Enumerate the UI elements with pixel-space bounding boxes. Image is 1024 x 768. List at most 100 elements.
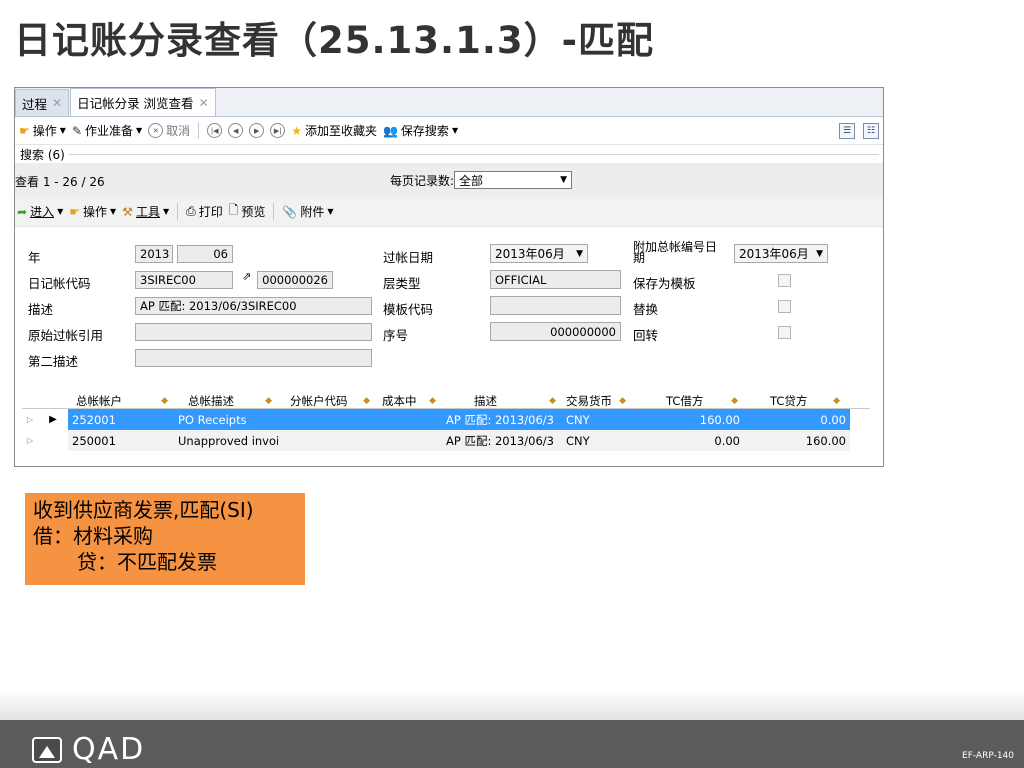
list-view-icon[interactable]: ☰ <box>839 122 855 139</box>
column-header[interactable]: TC借方 ◆ <box>632 393 744 409</box>
search-section[interactable]: 搜索 (6) <box>15 145 883 163</box>
actions-label: 操作 <box>32 124 57 138</box>
tab-journal-browse[interactable]: 日记帐分录 浏览查看 ✕ <box>70 88 216 116</box>
year-field[interactable]: 2013 <box>135 245 173 263</box>
addl-date-value: 2013年06月 <box>739 247 809 261</box>
column-header-label: 总帐帐户 <box>76 394 122 408</box>
sort-icon: ◆ <box>619 396 626 406</box>
reverse-checkbox[interactable] <box>778 326 791 339</box>
actions-menu[interactable]: ☛ 操作 ▼ <box>19 122 66 139</box>
tab-journal-browse-label: 日记帐分录 浏览查看 <box>77 96 194 111</box>
navigation-row: 查看 1 - 26 / 26 每页记录数: 全部 ▼ <box>15 163 883 197</box>
layer-label: 层类型 <box>383 276 421 291</box>
pencil-icon: ✎ <box>71 123 82 138</box>
template-field[interactable] <box>490 296 621 315</box>
addl-date-label: 附加总帐编号日期 <box>633 240 718 265</box>
search-label: 搜索 (6) <box>20 147 65 162</box>
preview-label: 预览 <box>241 205 266 219</box>
close-icon[interactable]: ✕ <box>199 96 209 110</box>
column-header[interactable]: 成本中 ◆ <box>376 393 442 409</box>
tc-debit-cell: 0.00 <box>632 430 744 451</box>
account-desc-cell: PO Receipts <box>174 409 278 430</box>
add-favorite-button[interactable]: ★ 添加至收藏夹 <box>291 122 377 139</box>
next-record-icon[interactable]: ▶ <box>249 123 265 138</box>
table-row[interactable]: ▷ 250001 Unapproved invoic AP 匹配: 2013/0… <box>22 430 870 451</box>
current-row-icon: ▶ <box>49 414 57 425</box>
save-template-label: 保存为模板 <box>633 276 696 291</box>
finger-icon: ☛ <box>19 123 30 138</box>
record-count: 查看 1 - 26 / 26 <box>15 175 105 189</box>
layer-field[interactable]: OFFICIAL <box>490 270 621 289</box>
cancel-label: 取消 <box>166 124 191 138</box>
orig-ref-field[interactable] <box>135 323 372 341</box>
orig-ref-label: 原始过帐引用 <box>28 328 104 343</box>
expand-icon[interactable]: ▷ <box>22 415 38 424</box>
enter-menu[interactable]: ➦ 进入 ▼ <box>17 203 63 220</box>
previous-record-icon[interactable]: ◀ <box>228 123 244 138</box>
column-header[interactable]: 总帐描述 ◆ <box>174 393 278 409</box>
tools-icon: ⚒ <box>122 204 133 219</box>
daybook-label: 日记帐代码 <box>28 276 91 291</box>
desc2-field[interactable] <box>135 349 372 367</box>
cost-center-cell <box>376 409 442 430</box>
desc-field[interactable]: AP 匹配: 2013/06/3SIREC00 <box>135 297 372 315</box>
seq-field[interactable]: 000000000 <box>490 322 621 341</box>
column-header[interactable]: TC贷方 ◆ <box>744 393 846 409</box>
main-toolbar: ☛ 操作 ▼ ✎ 作业准备 ▼ ✕ 取消 |◀ ◀ ▶ ▶| ★ 添加至收藏夹 … <box>15 117 883 145</box>
per-page-value: 全部 <box>459 173 484 188</box>
column-header[interactable]: 交易货币 ◆ <box>562 393 632 409</box>
save-search-menu[interactable]: 👥 保存搜索 ▼ <box>383 122 458 139</box>
expand-icon[interactable]: ▷ <box>22 436 38 445</box>
replace-checkbox[interactable] <box>778 300 791 313</box>
footer-gradient <box>0 690 1024 720</box>
prepare-label: 作业准备 <box>85 124 134 138</box>
table-row[interactable]: ▷ ▶ 252001 PO Receipts AP 匹配: 2013/06/3 … <box>22 409 870 430</box>
voucher-field[interactable]: 000000026 <box>257 271 333 289</box>
tab-process[interactable]: 过程 ✕ <box>15 89 70 116</box>
cost-center-cell <box>376 430 442 451</box>
period-field[interactable]: 06 <box>177 245 233 263</box>
last-record-icon[interactable]: ▶| <box>270 123 286 138</box>
chevron-down-icon: ▼ <box>136 126 143 135</box>
prepare-menu[interactable]: ✎ 作业准备 ▼ <box>72 122 142 139</box>
attachment-menu[interactable]: 📎 附件 ▼ <box>282 203 333 220</box>
cancel-button[interactable]: ✕ 取消 <box>148 122 190 139</box>
per-page-select[interactable]: 全部 ▼ <box>454 171 573 189</box>
preview-button[interactable]: 🗋 预览 <box>229 201 266 222</box>
preview-icon: 🗋 <box>228 203 239 217</box>
add-favorite-label: 添加至收藏夹 <box>304 124 377 138</box>
first-record-icon[interactable]: |◀ <box>207 123 223 138</box>
column-header-label: 成本中 <box>382 394 417 408</box>
detail-view-icon[interactable]: ☷ <box>863 122 879 139</box>
desc2-label: 第二描述 <box>28 354 79 369</box>
tc-credit-cell: 0.00 <box>744 409 850 430</box>
tools-menu[interactable]: ⚒ 工具 ▼ <box>122 203 169 220</box>
journal-form: 年 2013 06 日记帐代码 3SIREC00 ⇗ 000000026 描述 … <box>15 227 883 375</box>
link-icon[interactable]: ⇗ <box>242 270 251 283</box>
chevron-down-icon: ▼ <box>110 207 117 216</box>
sort-icon: ◆ <box>161 396 168 406</box>
addl-date-select[interactable]: 2013年06月 ▼ <box>734 244 828 263</box>
column-header[interactable]: 分帐户代码 ◆ <box>278 393 376 409</box>
column-header-label: TC贷方 <box>770 394 808 408</box>
arrow-icon: ➦ <box>17 204 28 219</box>
print-button[interactable]: ⎙ 打印 <box>186 203 223 220</box>
save-template-checkbox[interactable] <box>778 274 791 287</box>
users-icon: 👥 <box>382 123 398 138</box>
tools-label: 工具 <box>135 205 160 219</box>
daybook-field[interactable]: 3SIREC00 <box>135 271 233 289</box>
qad-logo-icon <box>32 736 62 763</box>
close-icon[interactable]: ✕ <box>52 96 62 110</box>
column-header-label: 描述 <box>474 394 497 408</box>
seq-label: 序号 <box>383 328 409 343</box>
column-header[interactable]: 总帐帐户 ◆ <box>68 393 174 409</box>
tc-credit-cell: 160.00 <box>744 430 850 451</box>
record-action-bar: ➦ 进入 ▼ ☛ 操作 ▼ ⚒ 工具 ▼ ⎙ 打印 🗋 预览 📎 附件 ▼ <box>15 197 883 227</box>
replace-label: 替换 <box>633 302 659 317</box>
column-header[interactable]: 描述 ◆ <box>442 393 562 409</box>
per-page-group: 每页记录数: 全部 ▼ <box>390 171 573 189</box>
post-date-select[interactable]: 2013年06月 ▼ <box>490 244 588 263</box>
reverse-label: 回转 <box>633 328 659 343</box>
record-actions-menu[interactable]: ☛ 操作 ▼ <box>69 203 116 220</box>
attachment-label: 附件 <box>300 205 325 219</box>
